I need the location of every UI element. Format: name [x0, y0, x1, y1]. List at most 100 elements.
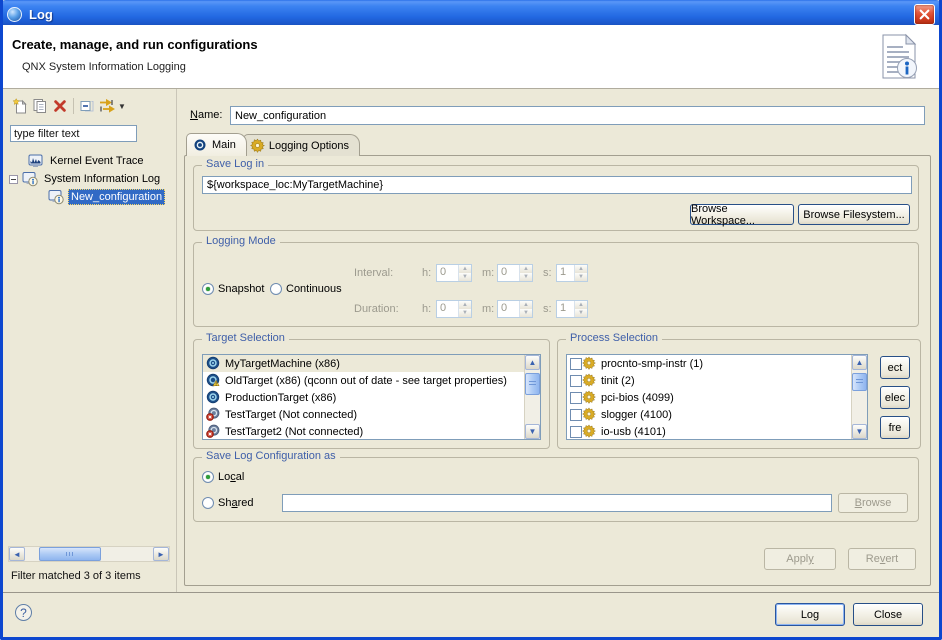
- scrollbar-thumb[interactable]: [39, 547, 101, 561]
- target-list-scrollbar[interactable]: ▲ ▼: [524, 355, 540, 439]
- tab-label: Main: [212, 139, 236, 151]
- process-row[interactable]: slogger (4100): [567, 406, 867, 423]
- process-selection-group: Process Selection procnto-smp-instr (1) …: [557, 339, 921, 449]
- duplicate-configuration-button[interactable]: [30, 97, 50, 115]
- new-configuration-button[interactable]: [10, 97, 30, 115]
- apply-button: Apply: [764, 548, 836, 570]
- radio-icon: [202, 497, 214, 509]
- target-row[interactable]: TestTarget2 (Not connected): [203, 423, 540, 440]
- select-all-button-clipped[interactable]: ect: [880, 356, 910, 379]
- spinner-arrows-icon: ▲▼: [574, 265, 587, 281]
- target-label: TestTarget (Not connected): [225, 409, 357, 421]
- target-row[interactable]: OldTarget (x86) (qconn out of date - see…: [203, 372, 540, 389]
- tree-horizontal-scrollbar[interactable]: ◄ ►: [8, 546, 170, 562]
- process-checkbox[interactable]: [570, 375, 582, 387]
- system-info-log-icon: [48, 189, 65, 205]
- scroll-up-icon[interactable]: ▲: [852, 355, 867, 370]
- target-row[interactable]: TestTarget (Not connected): [203, 406, 540, 423]
- target-warning-icon: [206, 373, 222, 388]
- target-disconnected-icon: [206, 407, 222, 422]
- log-dialog: Log Create, manage, and run configuratio…: [0, 0, 942, 640]
- shared-radio[interactable]: Shared: [202, 497, 254, 509]
- local-radio[interactable]: Local: [202, 471, 244, 483]
- minutes-label: m:: [482, 267, 494, 279]
- filter-menu-dropdown[interactable]: ▼: [118, 102, 126, 111]
- hours-label: h:: [422, 267, 431, 279]
- target-list: MyTargetMachine (x86) OldTarget (x86) (q…: [202, 354, 541, 440]
- shared-path-input[interactable]: [282, 494, 832, 512]
- deselect-all-button-clipped[interactable]: elec: [880, 386, 910, 409]
- collapse-expander-icon[interactable]: [9, 175, 18, 184]
- gear-icon: [582, 356, 598, 371]
- process-checkbox[interactable]: [570, 392, 582, 404]
- tab-main[interactable]: Main: [186, 133, 247, 156]
- refresh-button-clipped[interactable]: fre: [880, 416, 910, 439]
- dialog-body: ▼ Kernel Event Trace: [3, 89, 939, 592]
- radio-label: Local: [218, 471, 244, 483]
- filter-status: Filter matched 3 of 3 items: [11, 570, 141, 582]
- scroll-down-icon[interactable]: ▼: [852, 424, 867, 439]
- spinner-arrows-icon: ▲▼: [519, 265, 532, 281]
- document-info-icon: [878, 33, 920, 84]
- titlebar[interactable]: Log: [0, 0, 942, 28]
- target-label: TestTarget2 (Not connected): [225, 426, 363, 438]
- save-log-path-input[interactable]: [202, 176, 912, 194]
- save-config-as-group: Save Log Configuration as Local Shared B…: [193, 457, 919, 522]
- collapse-all-icon: [79, 98, 95, 114]
- duration-minutes-spinner: 0 ▲▼: [497, 300, 533, 318]
- scroll-down-icon[interactable]: ▼: [525, 424, 540, 439]
- scrollbar-thumb[interactable]: [525, 373, 540, 395]
- help-icon[interactable]: ?: [15, 604, 32, 621]
- tab-label: Logging Options: [269, 140, 349, 152]
- tree-item-kernel-event-trace[interactable]: Kernel Event Trace: [28, 152, 146, 170]
- scroll-up-icon[interactable]: ▲: [525, 355, 540, 370]
- collapse-all-button[interactable]: [77, 97, 97, 115]
- button-bar: ? Log Close: [3, 592, 939, 637]
- duplicate-icon: [32, 98, 48, 114]
- target-label: MyTargetMachine (x86): [225, 358, 340, 370]
- main-tab-content: Save Log in Browse Workspace... Browse F…: [184, 155, 931, 586]
- radio-icon: [202, 471, 214, 483]
- process-row[interactable]: pci-bios (4099): [567, 389, 867, 406]
- scroll-left-icon[interactable]: ◄: [9, 547, 25, 561]
- tree-item-system-information-log[interactable]: System Information Log: [9, 170, 162, 188]
- log-button[interactable]: Log: [775, 603, 845, 626]
- process-label: tinit (2): [601, 375, 635, 387]
- scrollbar-thumb[interactable]: [852, 373, 867, 391]
- process-row[interactable]: tinit (2): [567, 372, 867, 389]
- process-checkbox[interactable]: [570, 358, 582, 370]
- close-window-button[interactable]: [914, 4, 935, 25]
- process-row[interactable]: io-usb (4101): [567, 423, 867, 440]
- name-input[interactable]: [230, 106, 925, 125]
- filter-input[interactable]: [10, 125, 137, 142]
- interval-seconds-spinner: 1 ▲▼: [556, 264, 588, 282]
- browse-workspace-button[interactable]: Browse Workspace...: [690, 204, 794, 225]
- browse-filesystem-button[interactable]: Browse Filesystem...: [798, 204, 910, 225]
- main-tab-icon: [193, 138, 208, 153]
- spinner-arrows-icon: ▲▼: [574, 301, 587, 317]
- process-checkbox[interactable]: [570, 426, 582, 438]
- process-row[interactable]: procnto-smp-instr (1): [567, 355, 867, 372]
- new-configuration-icon: [12, 98, 28, 114]
- logging-mode-group: Logging Mode Snapshot Continuous Interva…: [193, 242, 919, 327]
- configuration-tree: Kernel Event Trace System Information: [6, 147, 174, 267]
- duration-label: Duration:: [354, 303, 399, 315]
- target-row[interactable]: ProductionTarget (x86): [203, 389, 540, 406]
- tab-logging-options[interactable]: Logging Options: [243, 134, 360, 156]
- snapshot-radio[interactable]: Snapshot: [202, 283, 264, 295]
- duration-hours-spinner: 0 ▲▼: [436, 300, 472, 318]
- continuous-radio[interactable]: Continuous: [270, 283, 342, 295]
- configurations-panel: ▼ Kernel Event Trace: [6, 89, 177, 592]
- system-info-log-icon: [22, 171, 39, 187]
- radio-label: Continuous: [286, 283, 342, 295]
- group-legend: Target Selection: [202, 332, 289, 344]
- process-checkbox[interactable]: [570, 409, 582, 421]
- filter-button[interactable]: [97, 97, 117, 115]
- target-row[interactable]: MyTargetMachine (x86): [203, 355, 540, 372]
- delete-configuration-button[interactable]: [50, 97, 70, 115]
- close-button[interactable]: Close: [853, 603, 923, 626]
- process-label: pci-bios (4099): [601, 392, 674, 404]
- tree-item-new-configuration[interactable]: New_configuration: [48, 188, 165, 206]
- process-list-scrollbar[interactable]: ▲ ▼: [851, 355, 867, 439]
- scroll-right-icon[interactable]: ►: [153, 547, 169, 561]
